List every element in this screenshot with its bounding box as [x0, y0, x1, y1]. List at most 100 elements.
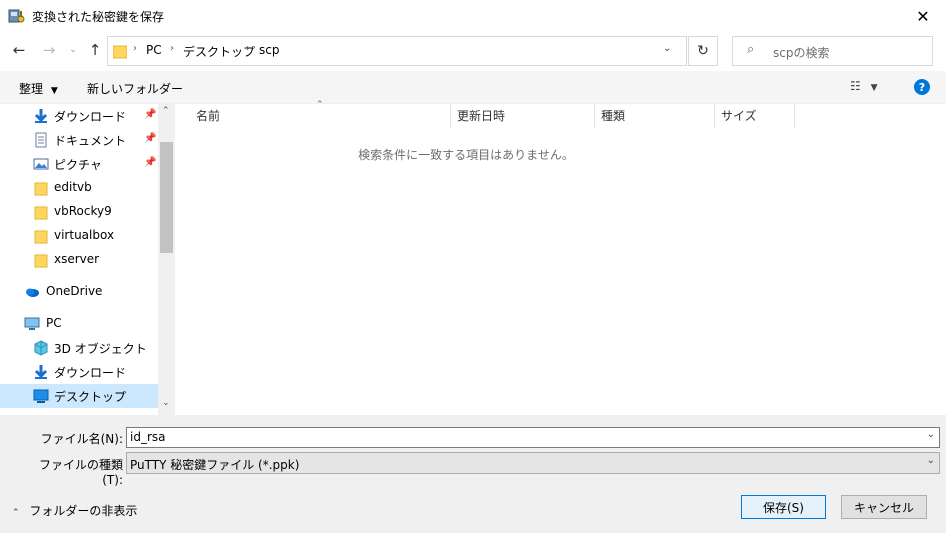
empty-message: 検索条件に一致する項目はありません。	[358, 148, 574, 162]
download-icon	[33, 364, 49, 380]
sidebar-scrollbar-thumb[interactable]	[160, 142, 173, 253]
sidebar-item-onedrive[interactable]: OneDrive	[0, 280, 158, 304]
chevron-down-icon: ⌄	[926, 455, 935, 466]
search-placeholder: scpの検索	[773, 46, 830, 60]
navigation-pane: ダウンロード 📌 ドキュメント 📌 ピクチャ 📌 editvb vbRocky9…	[0, 104, 158, 415]
folder-icon	[33, 180, 49, 196]
filetype-label: ファイルの種類(T):	[38, 458, 123, 487]
close-button[interactable]: ✕	[900, 0, 946, 33]
organize-label: 整理	[19, 82, 44, 96]
arrow-left-icon: ←	[12, 41, 26, 59]
up-button[interactable]: ↑	[84, 39, 106, 61]
folder-icon	[33, 252, 49, 268]
sidebar-item-vbrocky9[interactable]: vbRocky9	[0, 200, 158, 224]
save-form-panel: ファイル名(N): id_rsa ⌄ ファイルの種類(T): PuTTY 秘密鍵…	[0, 415, 946, 533]
sidebar-item-pc[interactable]: PC	[0, 312, 158, 336]
organize-button[interactable]: 整理 ▼	[19, 80, 58, 97]
sidebar-item-xserver[interactable]: xserver	[0, 248, 158, 272]
chevron-down-icon[interactable]: ⌄	[927, 429, 935, 440]
file-list: ⌃ 名前 更新日時 種類 サイズ 検索条件に一致する項目はありません。	[176, 100, 946, 415]
sidebar-item-downloads[interactable]: ダウンロード	[0, 360, 158, 384]
scroll-down-icon[interactable]: ⌄	[162, 398, 170, 408]
search-icon: ⌕	[747, 42, 755, 57]
folder-icon	[112, 43, 128, 59]
sidebar-item-label: ドキュメント	[54, 134, 127, 148]
column-header-type[interactable]: 種類	[595, 104, 715, 128]
hide-folders-toggle[interactable]: ⌃ フォルダーの非表示	[12, 502, 137, 519]
sidebar-item-label: xserver	[54, 252, 100, 266]
refresh-icon: ↻	[697, 43, 709, 59]
toolbar: 整理 ▼ 新しいフォルダー ☷ ▼ ?	[0, 71, 946, 104]
save-button[interactable]: 保存(S)	[741, 495, 826, 519]
breadcrumb-pc[interactable]: PC	[146, 43, 162, 57]
close-icon: ✕	[916, 7, 930, 26]
caret-down-icon: ▼	[870, 83, 878, 93]
address-bar[interactable]: › PC › デスクトップ › scp ⌄	[107, 36, 687, 66]
cloud-icon	[24, 284, 40, 300]
details-view-icon: ☷	[850, 79, 861, 93]
sidebar-item-label: デスクトップ	[54, 390, 127, 404]
sidebar-item-desktop[interactable]: デスクトップ	[0, 384, 158, 408]
download-icon	[33, 108, 49, 124]
sidebar-item-documents[interactable]: ドキュメント 📌	[0, 128, 158, 152]
putty-key-icon	[8, 7, 26, 25]
breadcrumb-desktop[interactable]: デスクトップ	[183, 43, 255, 60]
help-icon: ?	[918, 80, 926, 94]
column-header-name[interactable]: 名前	[190, 104, 451, 128]
window-title: 変換された秘密鍵を保存	[32, 10, 165, 24]
sidebar-item-label: ダウンロード	[54, 110, 127, 124]
sidebar-item-label: OneDrive	[46, 284, 103, 298]
pin-icon: 📌	[144, 157, 157, 168]
refresh-button[interactable]: ↻	[688, 36, 718, 66]
scroll-up-icon[interactable]: ⌃	[162, 106, 170, 116]
filename-value: id_rsa	[130, 430, 166, 444]
recent-locations-button[interactable]: ⌄	[62, 39, 84, 61]
breadcrumb-scp[interactable]: scp	[259, 43, 279, 57]
sidebar-item-virtualbox[interactable]: virtualbox	[0, 224, 158, 248]
pin-icon: 📌	[144, 109, 157, 120]
navigation-bar: ← → ⌄ ↑ › PC › デスクトップ › scp ⌄ ↻ ⌕ scpの検索	[0, 33, 946, 71]
column-header-size[interactable]: サイズ	[715, 104, 795, 128]
folder-icon	[33, 204, 49, 220]
sidebar-item-label: virtualbox	[54, 228, 115, 242]
chevron-up-icon: ⌃	[12, 508, 20, 518]
chevron-down-icon: ⌄	[69, 45, 77, 55]
sidebar-item-editvb[interactable]: editvb	[0, 176, 158, 200]
arrow-right-icon: →	[42, 41, 56, 59]
filename-input[interactable]: id_rsa ⌄	[126, 427, 940, 448]
pictures-icon	[33, 156, 49, 172]
column-header-modified[interactable]: 更新日時	[451, 104, 595, 128]
hide-folders-label: フォルダーの非表示	[29, 504, 138, 518]
filetype-select[interactable]: PuTTY 秘密鍵ファイル (*.ppk) ⌄	[126, 452, 940, 474]
sidebar-item-downloads-pinned[interactable]: ダウンロード 📌	[0, 104, 158, 128]
pin-icon: 📌	[144, 133, 157, 144]
view-options-button[interactable]: ☷ ▼	[850, 79, 878, 93]
forward-button[interactable]: →	[38, 39, 60, 61]
sidebar-item-label: ピクチャ	[54, 158, 102, 172]
help-button[interactable]: ?	[914, 79, 930, 95]
sidebar-item-label: ダウンロード	[54, 366, 127, 380]
3d-objects-icon	[33, 340, 49, 356]
arrow-up-icon: ↑	[88, 41, 102, 59]
chevron-down-icon[interactable]: ⌄	[663, 43, 671, 54]
sidebar-item-label: PC	[46, 316, 62, 330]
pc-icon	[24, 316, 40, 332]
back-button[interactable]: ←	[8, 39, 30, 61]
caret-down-icon: ▼	[50, 86, 58, 96]
document-icon	[33, 132, 49, 148]
breadcrumb-separator-icon: ›	[170, 43, 174, 54]
sidebar-item-pictures[interactable]: ピクチャ 📌	[0, 152, 158, 176]
sidebar-item-label: vbRocky9	[54, 204, 112, 218]
search-box[interactable]: ⌕ scpの検索	[732, 36, 933, 66]
sidebar-item-label: editvb	[54, 180, 92, 194]
cancel-button[interactable]: キャンセル	[841, 495, 927, 519]
folder-icon	[33, 228, 49, 244]
sidebar-item-3d-objects[interactable]: 3D オブジェクト	[0, 336, 158, 360]
new-folder-button[interactable]: 新しいフォルダー	[87, 80, 183, 97]
filetype-value: PuTTY 秘密鍵ファイル (*.ppk)	[130, 458, 300, 472]
desktop-icon	[33, 388, 49, 404]
filename-label: ファイル名(N):	[40, 432, 123, 446]
sidebar-item-label: 3D オブジェクト	[54, 342, 147, 356]
title-bar: 変換された秘密鍵を保存 ✕	[0, 0, 946, 33]
breadcrumb-separator-icon: ›	[246, 43, 250, 54]
